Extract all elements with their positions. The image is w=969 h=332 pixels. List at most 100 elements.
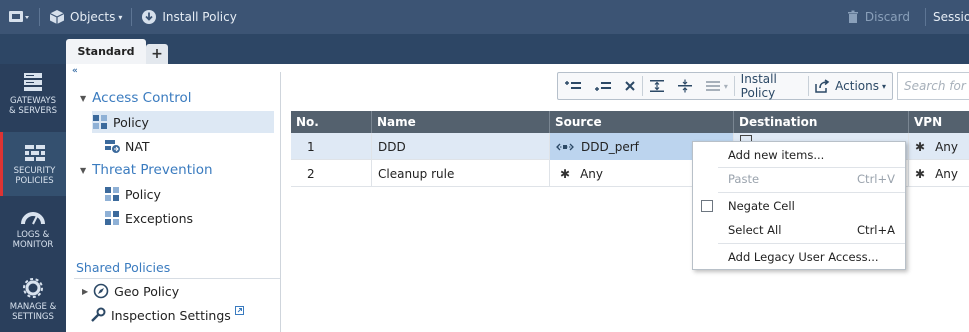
expand-rows-icon: [649, 80, 664, 92]
tab-standard[interactable]: Standard: [66, 39, 146, 64]
column-header-no[interactable]: No.: [291, 111, 372, 133]
vpn-value: Any: [935, 166, 958, 181]
add-tab-button[interactable]: +: [146, 44, 168, 64]
nav-logs-monitor[interactable]: LOGS & MONITOR: [0, 210, 66, 264]
compass-icon: [93, 283, 109, 299]
tree-access-control[interactable]: ▼ Access Control: [80, 87, 191, 109]
expand-right-icon: ▶: [82, 286, 89, 296]
actions-label: Actions: [835, 79, 879, 93]
add-rule-below-button[interactable]: [588, 73, 618, 99]
nav-manage-settings[interactable]: MANAGE & SETTINGS: [0, 278, 66, 332]
discard-label: Discard: [864, 10, 910, 24]
vpn-value: Any: [935, 139, 958, 154]
cube-icon: [49, 10, 65, 24]
topbar-right: Discard Session: [846, 0, 969, 34]
tree-geo-policy[interactable]: ▶ Geo Policy: [82, 280, 179, 302]
external-link-icon: [234, 305, 244, 315]
install-policy-label: Install Policy: [162, 10, 237, 24]
menu-item-add-legacy-user-access[interactable]: Add Legacy User Access...: [693, 246, 905, 268]
tree-nat[interactable]: NAT: [104, 135, 150, 157]
install-policy-top-button[interactable]: Install Policy: [135, 0, 242, 34]
tree-access-policy[interactable]: Policy: [92, 111, 274, 133]
menu-item-label: Paste: [728, 172, 760, 186]
column-header-name[interactable]: Name: [372, 111, 550, 133]
any-star-icon: ✱: [915, 166, 926, 181]
shared-policies-label: Shared Policies: [76, 259, 171, 275]
menu-item-negate-cell[interactable]: Negate Cell: [693, 195, 905, 217]
cell-name[interactable]: DDD: [372, 133, 550, 160]
add-rule-above-button[interactable]: [558, 73, 588, 99]
nav-label-line1: MANAGE &: [9, 302, 57, 312]
context-menu: Add new items... Paste Ctrl+V Negate Cel…: [692, 141, 906, 270]
install-policy-button[interactable]: Install Policy: [735, 72, 809, 100]
policy-tree-panel: « ▼ Access Control Policy NAT ▼ Threat P…: [66, 64, 280, 332]
session-menu[interactable]: Session: [929, 10, 969, 24]
nav-label-line2: & SERVERS: [8, 106, 58, 116]
nav-label-line1: SECURITY: [13, 166, 56, 176]
app-menu-button[interactable]: [0, 0, 36, 34]
install-download-icon: [142, 10, 157, 24]
nav-security-policies[interactable]: SECURITY POLICIES: [0, 132, 66, 196]
policy-icon: [92, 114, 108, 130]
tree-inspection-settings[interactable]: Inspection Settings: [90, 304, 244, 326]
tree-threat-policy[interactable]: Policy: [104, 183, 161, 205]
tree-threat-prevention[interactable]: ▼ Threat Prevention: [80, 159, 213, 181]
column-header-vpn[interactable]: VPN: [909, 111, 969, 133]
menu-item-add-new-items[interactable]: Add new items...: [693, 144, 905, 166]
nav-label-line2: POLICIES: [15, 176, 54, 186]
nav-label-line2: SETTINGS: [12, 312, 54, 322]
tree-exceptions[interactable]: Exceptions: [104, 207, 193, 229]
search-input[interactable]: Search for IP: [897, 72, 969, 100]
expand-down-icon: ▼: [80, 93, 87, 103]
nav-label-line2: MONITOR: [12, 240, 54, 250]
delete-rule-button[interactable]: [618, 73, 642, 99]
expand-down-icon: ▼: [80, 165, 87, 175]
menu-item-label: Negate Cell: [728, 199, 795, 213]
gear-icon: [23, 278, 43, 298]
session-label: Session: [933, 10, 969, 24]
network-range-icon: [556, 143, 574, 150]
checkbox-icon[interactable]: [701, 200, 713, 212]
objects-menu-button[interactable]: Objects ▾: [43, 0, 128, 34]
any-star-icon: ✱: [560, 166, 571, 181]
wrench-icon: [90, 307, 106, 323]
collapse-rows-icon: [677, 79, 692, 93]
cell-vpn[interactable]: ✱ Any: [909, 133, 969, 160]
toolbar-separator: [39, 8, 40, 26]
nav-gateways-servers[interactable]: GATEWAYS & SERVERS: [0, 72, 66, 128]
left-navigation: GATEWAYS & SERVERS SECURITY POLICIES LOG…: [0, 64, 66, 332]
cell-name[interactable]: Cleanup rule: [372, 160, 550, 187]
menu-item-paste[interactable]: Paste Ctrl+V: [693, 168, 905, 190]
menu-item-select-all[interactable]: Select All Ctrl+A: [693, 219, 905, 241]
trash-icon: [847, 10, 858, 23]
actions-menu-button[interactable]: Actions ▾: [809, 73, 892, 99]
sections-menu-button[interactable]: ▾: [699, 73, 734, 99]
inspection-settings-label: Inspection Settings: [111, 307, 231, 323]
app-menu-icon: [9, 11, 29, 22]
table-header: No. Name Source Destination VPN: [291, 111, 969, 133]
column-header-destination[interactable]: Destination: [734, 111, 909, 133]
add-rule-above-icon: [565, 81, 581, 89]
toolbar-separator: [925, 8, 926, 26]
collapse-panel-button[interactable]: «: [72, 66, 78, 76]
nat-icon: [104, 138, 120, 154]
export-arrow-icon: [815, 79, 830, 93]
exceptions-label: Exceptions: [125, 210, 194, 226]
cell-no[interactable]: 2: [291, 160, 372, 187]
rulebase-toolbar: ▾ Install Policy Actions ▾: [557, 72, 893, 100]
expand-rules-button[interactable]: [643, 73, 671, 99]
any-star-icon: ✱: [915, 139, 926, 154]
top-bar: Objects ▾ Install Policy Discard Session: [0, 0, 969, 34]
collapse-rules-button[interactable]: [671, 73, 699, 99]
nat-label: NAT: [125, 138, 150, 154]
menu-item-label: Add Legacy User Access...: [728, 250, 879, 264]
menu-item-shortcut: Ctrl+A: [857, 223, 895, 237]
menu-item-label: Select All: [728, 223, 782, 237]
discard-button[interactable]: Discard: [846, 10, 910, 24]
cell-no[interactable]: 1: [291, 133, 372, 160]
list-icon: [705, 81, 720, 91]
panel-divider: [280, 72, 281, 332]
cell-vpn[interactable]: ✱ Any: [909, 160, 969, 187]
column-header-source[interactable]: Source: [550, 111, 734, 133]
destination-object-icon: [740, 134, 752, 141]
